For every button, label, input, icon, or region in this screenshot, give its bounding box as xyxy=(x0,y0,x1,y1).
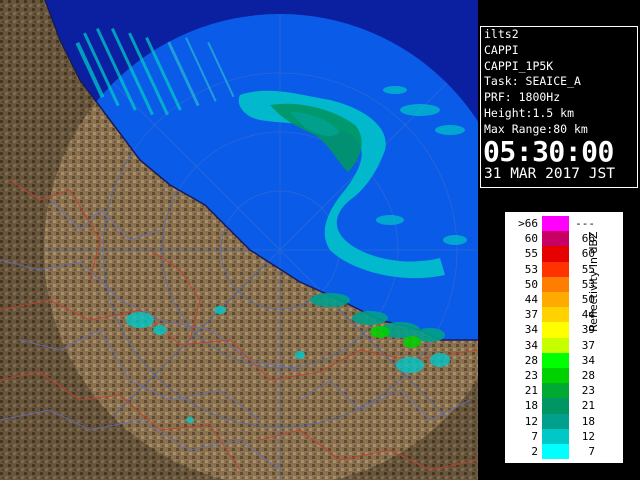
legend-lower-value: 55 xyxy=(524,247,538,261)
legend-upper-value: 23 xyxy=(581,384,595,398)
legend-color-swatch xyxy=(542,428,569,444)
legend-lower-value: 7 xyxy=(531,429,538,443)
legend-lower-value: 23 xyxy=(524,369,538,382)
legend-lower-value: 2 xyxy=(531,445,538,458)
legend-color-swatch xyxy=(542,231,569,247)
legend-lower-value: 12 xyxy=(524,414,538,428)
legend-upper-value: 37 xyxy=(581,338,595,352)
radar-info-panel: ilts2 CAPPI CAPPI_1P5K Task: SEAICE_A PR… xyxy=(480,26,638,188)
prf-label: PRF: 1800Hz xyxy=(484,90,561,105)
legend-row: 34 39 xyxy=(505,322,623,338)
legend-lower-value: 18 xyxy=(524,399,538,413)
legend-color-swatch xyxy=(542,398,569,414)
legend-lower-value: 34 xyxy=(524,323,538,337)
legend-row: 37 44 xyxy=(505,307,623,323)
product-code: CAPPI_1P5K xyxy=(484,58,554,73)
legend-lower-value: 28 xyxy=(524,353,538,367)
legend-row: 53 55 xyxy=(505,261,623,277)
legend-row: 18 21 xyxy=(505,398,623,414)
legend-upper-value: 28 xyxy=(581,369,595,382)
legend-upper-value: 34 xyxy=(581,353,595,367)
legend-lower-value: 21 xyxy=(524,384,538,398)
legend-color-swatch xyxy=(542,413,569,429)
legend-color-swatch xyxy=(542,307,569,323)
legend-row: 60 66 xyxy=(505,231,623,247)
legend-row: 23 28 xyxy=(505,368,623,384)
legend-color-swatch xyxy=(542,261,569,277)
legend-lower-value: 44 xyxy=(524,293,538,306)
legend-row: >66 --- xyxy=(505,216,623,232)
legend-lower-value: >66 xyxy=(518,217,538,230)
legend-title: Reflectivity in dBZ xyxy=(587,231,600,332)
legend-color-swatch xyxy=(542,444,569,460)
legend-upper-value: 18 xyxy=(581,414,595,428)
reflectivity-legend: >66 --- 60 66 55 60 53 55 50 53 44 50 37 44 34 39 34 37 28… xyxy=(504,211,624,464)
legend-row: 27 xyxy=(505,444,623,460)
legend-upper-value: 12 xyxy=(581,429,595,443)
legend-lower-value: 37 xyxy=(524,308,538,322)
legend-color-swatch xyxy=(542,276,569,292)
legend-lower-value: 34 xyxy=(524,338,538,352)
legend-row: 55 60 xyxy=(505,246,623,262)
site-name: ilts2 xyxy=(484,27,519,41)
legend-color-swatch xyxy=(542,352,569,368)
legend-row: 21 23 xyxy=(505,383,623,399)
legend-upper-value: 7 xyxy=(588,445,595,458)
legend-row: 28 34 xyxy=(505,352,623,368)
legend-color-swatch xyxy=(542,383,569,399)
legend-color-swatch xyxy=(542,322,569,338)
legend-row: 50 53 xyxy=(505,276,623,292)
height-label: Height:1.5 km xyxy=(484,105,575,120)
product-name: CAPPI xyxy=(484,42,519,57)
scan-time: 05:30:00 xyxy=(483,134,614,168)
task-label: Task: SEAICE_A xyxy=(484,74,581,89)
legend-row: 44 50 xyxy=(505,292,623,308)
legend-color-swatch xyxy=(542,368,569,384)
legend-color-swatch xyxy=(542,292,569,308)
legend-color-swatch xyxy=(542,337,569,353)
legend-row: 12 18 xyxy=(505,413,623,429)
legend-color-swatch xyxy=(542,246,569,262)
legend-lower-value: 50 xyxy=(524,277,538,291)
radar-map[interactable] xyxy=(0,0,478,480)
legend-color-swatch xyxy=(542,216,569,232)
legend-row: 34 37 xyxy=(505,337,623,353)
legend-lower-value: 60 xyxy=(524,232,538,246)
scan-date: 31 MAR 2017 JST xyxy=(484,165,615,182)
legend-row: 7 12 xyxy=(505,428,623,444)
legend-lower-value: 53 xyxy=(524,262,538,276)
legend-upper-value: 21 xyxy=(581,399,595,413)
